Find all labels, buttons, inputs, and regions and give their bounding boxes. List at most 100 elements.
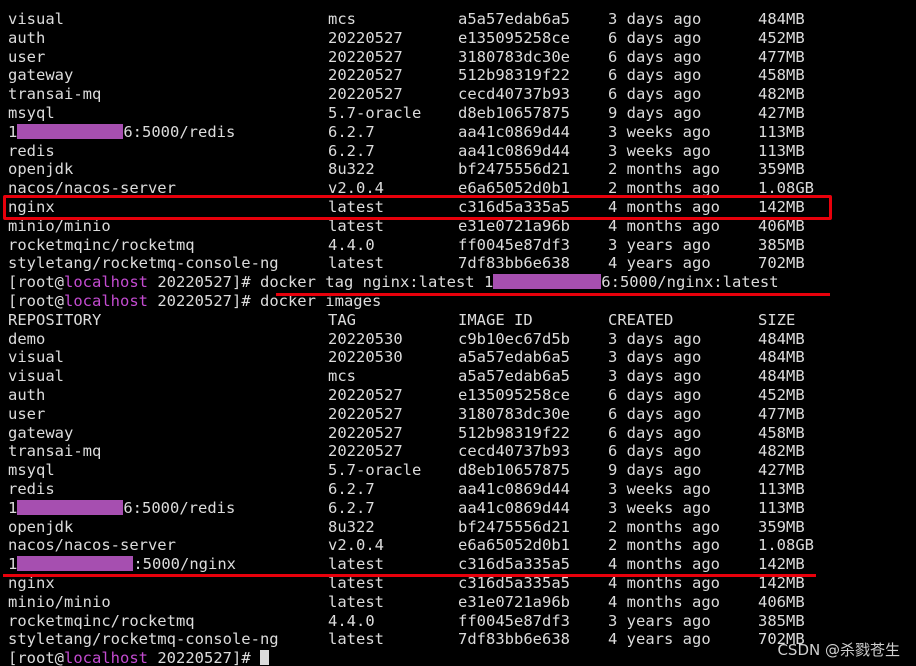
repository-cell: msyql [8,461,55,480]
created-cell: 3 weeks ago [608,498,711,517]
created-cell: 6 days ago [608,404,702,423]
image-id-cell: a5a57edab6a5 [458,348,570,367]
tag-cell: mcs [328,10,356,28]
size-cell: 406MB [758,592,805,611]
created-cell: 3 weeks ago [608,122,711,141]
created-cell: 4 years ago [608,254,711,273]
size-cell: 484MB [758,348,805,367]
created-cell: 9 days ago [608,461,702,480]
prompt-prefix: [root@ [8,273,64,292]
repository-cell: minio/minio [8,592,111,611]
tag-cell: 20220530 [328,348,403,367]
image-id-cell: a5a57edab6a5 [458,10,570,28]
cursor [259,650,269,666]
command-line-tag: [root@localhost 20220527]# docker tag ng… [8,273,779,292]
repository-cell: 1 6:5000/redis [8,499,235,518]
tag-cell: latest [328,592,384,611]
image-id-cell: bf2475556d21 [458,517,570,536]
tag-cell: 4.4.0 [328,235,375,254]
tag-cell: 6.2.7 [328,498,375,517]
size-cell: 702MB [758,254,805,273]
size-cell: 482MB [758,442,805,461]
repository-cell: visual [8,367,64,386]
size-cell: 427MB [758,104,805,122]
created-cell: 3 days ago [608,348,702,367]
tag-cell: 20220527 [328,404,403,423]
tag-cell: 8u322 [328,517,375,536]
tag-cell: mcs [328,367,356,386]
tag-cell: 5.7-oracle [328,461,422,480]
tag-cell: 20220527 [328,386,403,404]
prompt-host: localhost [64,273,148,292]
tag-cell: 20220527 [328,423,403,442]
size-cell: 359MB [758,160,805,179]
size-cell: 113MB [758,480,805,498]
header-repository: REPOSITORY [8,310,102,329]
underline-tag-command [276,293,830,296]
tag-cell: 20220527 [328,28,403,47]
watermark: CSDN @杀戮苍生 [777,641,900,659]
command-tag-suffix: 6:5000/nginx:latest [601,273,779,292]
repository-cell: gateway [8,423,74,442]
size-cell: 477MB [758,404,805,423]
image-id-cell: e135095258ce [458,386,570,404]
size-cell: 113MB [758,141,805,160]
image-id-cell: c316d5a335a5 [458,555,570,574]
repository-cell: auth [8,28,46,47]
size-cell: 452MB [758,28,805,47]
created-cell: 6 days ago [608,85,702,104]
repository-cell: redis [8,480,55,498]
tag-cell: 20220527 [328,85,403,104]
terminal-window[interactable]: visual mcs a5a57edab6a5 3 days ago 484MB auth… [0,0,916,666]
image-id-cell: 3180783dc30e [458,404,570,423]
underline-tagged-image [3,574,816,577]
repository-cell: demo [8,329,46,348]
redacted-ip [493,274,602,290]
command-tag-prefix: 1 [483,273,494,292]
tag-cell: v2.0.4 [328,536,384,555]
repository-cell: user [8,47,46,66]
size-cell: 113MB [758,122,805,141]
size-cell: 142MB [758,555,805,574]
repository-cell: rocketmqinc/rocketmq [8,235,195,254]
redacted-ip [17,123,124,139]
created-cell: 3 years ago [608,611,711,630]
repository-cell: msyql [8,104,55,122]
size-cell: 458MB [758,66,805,85]
size-cell: 359MB [758,517,805,536]
command-text: docker tag nginx:latest [259,273,484,292]
prompt-dir: 20220527]# [148,292,260,310]
size-cell: 458MB [758,423,805,442]
size-cell: 452MB [758,386,805,404]
tag-cell: latest [328,254,384,273]
tag-cell: 20220527 [328,442,403,461]
repository-cell: openjdk [8,160,74,179]
header-created: CREATED [608,310,674,329]
tag-cell: latest [328,630,384,649]
redacted-ip [17,499,124,515]
repository-cell: auth [8,386,46,404]
created-cell: 3 weeks ago [608,141,711,160]
tag-cell: 6.2.7 [328,480,375,498]
repository-cell: transai-mq [8,442,102,461]
created-cell: 6 days ago [608,47,702,66]
header-image-id: IMAGE ID [458,310,533,329]
header-tag: TAG [328,310,356,329]
prompt-host: localhost [64,292,148,310]
image-id-cell: cecd40737b93 [458,85,570,104]
repository-cell: styletang/rocketmq-console-ng [8,630,279,649]
created-cell: 2 months ago [608,536,720,555]
repo-prefix: 1 [8,498,18,517]
repository-cell: gateway [8,66,74,85]
repository-cell: transai-mq [8,85,102,104]
image-id-cell: 512b98319f22 [458,66,570,85]
image-id-cell: 512b98319f22 [458,423,570,442]
tag-cell: 20220527 [328,66,403,85]
created-cell: 6 days ago [608,442,702,461]
image-id-cell: c9b10ec67d5b [458,329,570,348]
image-id-cell: aa41c0869d44 [458,122,570,141]
tag-cell: 6.2.7 [328,122,375,141]
created-cell: 2 months ago [608,517,720,536]
repository-cell: redis [8,141,55,160]
image-id-cell: bf2475556d21 [458,160,570,179]
